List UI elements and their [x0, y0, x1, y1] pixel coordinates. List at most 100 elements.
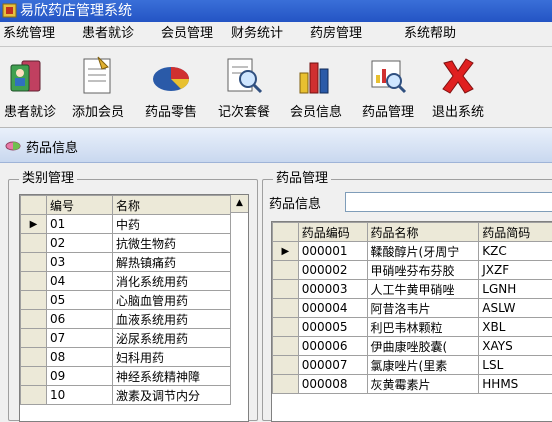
window-title: 易欣药店管理系统 — [20, 3, 132, 19]
drug-abbr-cell[interactable]: XAYS — [478, 336, 552, 356]
category-name-cell[interactable]: 神经系统精神障 — [112, 366, 231, 386]
drug-name-cell[interactable]: 灰黄霉素片 — [366, 374, 480, 394]
drug-code-cell[interactable]: 000004 — [297, 298, 368, 318]
drug-name-cell[interactable]: 阿昔洛韦片 — [366, 298, 480, 318]
category-code-cell[interactable]: 09 — [46, 366, 113, 386]
menu-pharmacy[interactable]: 药房管理 — [310, 26, 362, 42]
drug-code-cell[interactable]: 000007 — [297, 355, 368, 375]
category-name-cell[interactable]: 解热镇痛药 — [112, 252, 231, 272]
category-code-cell[interactable]: 06 — [46, 309, 113, 329]
drug-grid[interactable]: 药品编码 药品名称 药品简码 ▶ 000001 鞣酸醇片(牙周宁 KZC 000002 甲… — [271, 221, 552, 422]
drug-management-button[interactable]: 药品管理 — [354, 47, 422, 127]
drug-search-input[interactable] — [345, 192, 552, 212]
category-code-cell[interactable]: 03 — [46, 252, 113, 272]
drug-retail-button[interactable]: 药品零售 — [138, 47, 204, 127]
category-name-cell[interactable]: 抗微生物药 — [112, 233, 231, 253]
row-indicator — [272, 317, 299, 337]
category-name-cell[interactable]: 中药 — [112, 214, 231, 234]
row-indicator — [272, 279, 299, 299]
category-row[interactable]: 03 解热镇痛药 — [20, 252, 231, 272]
category-row[interactable]: 06 血液系统用药 — [20, 309, 231, 329]
drug-abbr-cell[interactable]: KZC — [478, 241, 552, 261]
drug-abbr-cell[interactable]: LSL — [478, 355, 552, 375]
category-name-cell[interactable]: 激素及调节内分 — [112, 385, 231, 405]
menu-member[interactable]: 会员管理 — [161, 26, 213, 42]
category-grid[interactable]: 编号 名称 ▶ 01 中药 02 抗微生物药 03 解热镇痛药 04 消化系统用药 05 心脑血管用… — [19, 194, 249, 422]
child-title-bar: 药品信息 — [0, 128, 552, 163]
category-code-cell[interactable]: 10 — [46, 385, 113, 405]
menu-patient[interactable]: 患者就诊 — [82, 26, 134, 42]
category-name-cell[interactable]: 泌尿系统用药 — [112, 328, 231, 348]
category-code-cell[interactable]: 01 — [46, 214, 113, 234]
category-row[interactable]: 05 心脑血管用药 — [20, 290, 231, 310]
patient-visit-label: 患者就诊 — [3, 105, 56, 120]
drug-abbr-cell[interactable]: HHMS — [478, 374, 552, 394]
category-code-cell[interactable]: 04 — [46, 271, 113, 291]
count-package-button[interactable]: 记次套餐 — [208, 47, 280, 127]
drug-code-cell[interactable]: 000001 — [297, 241, 368, 261]
category-header-code[interactable]: 编号 — [46, 195, 113, 215]
row-indicator — [20, 233, 47, 253]
patient-visit-button[interactable]: 患者就诊 — [0, 47, 60, 127]
drug-header-name[interactable]: 药品名称 — [366, 222, 480, 242]
drug-name-cell[interactable]: 甲硝唑芬布芬胶 — [366, 260, 480, 280]
drug-abbr-cell[interactable]: XBL — [478, 317, 552, 337]
drug-name-cell[interactable]: 人工牛黄甲硝唑 — [366, 279, 480, 299]
category-row[interactable]: 08 妇科用药 — [20, 347, 231, 367]
category-code-cell[interactable]: 05 — [46, 290, 113, 310]
drug-code-cell[interactable]: 000006 — [297, 336, 368, 356]
drug-row[interactable]: 000005 利巴韦林颗粒 XBL — [272, 317, 552, 337]
drug-retail-label: 药品零售 — [144, 105, 197, 120]
category-row[interactable]: 07 泌尿系统用药 — [20, 328, 231, 348]
drug-name-cell[interactable]: 利巴韦林颗粒 — [366, 317, 480, 337]
menu-help[interactable]: 系统帮助 — [404, 26, 456, 42]
category-header-row: 编号 名称 — [20, 195, 231, 215]
drug-name-cell[interactable]: 氯康唑片(里素 — [366, 355, 480, 375]
add-member-button[interactable]: 添加会员 — [62, 47, 134, 127]
category-row[interactable]: 10 激素及调节内分 — [20, 385, 231, 405]
drug-code-cell[interactable]: 000005 — [297, 317, 368, 337]
category-row[interactable]: 04 消化系统用药 — [20, 271, 231, 291]
drug-abbr-cell[interactable]: JXZF — [478, 260, 552, 280]
drug-code-cell[interactable]: 000008 — [297, 374, 368, 394]
category-row[interactable]: 09 神经系统精神障 — [20, 366, 231, 386]
drug-row[interactable]: 000002 甲硝唑芬布芬胶 JXZF — [272, 260, 552, 280]
drug-row[interactable]: 000008 灰黄霉素片 HHMS — [272, 374, 552, 394]
drug-group: 药品管理 药品信息 药品编码 药品名称 药品简码 ▶ 000001 鞣酸醇片(牙周宁… — [262, 171, 552, 422]
drug-name-cell[interactable]: 鞣酸醇片(牙周宁 — [366, 241, 480, 261]
drug-row[interactable]: 000003 人工牛黄甲硝唑 LGNH — [272, 279, 552, 299]
menu-system[interactable]: 系统管理 — [3, 26, 55, 42]
category-name-cell[interactable]: 心脑血管用药 — [112, 290, 231, 310]
member-info-button[interactable]: 会员信息 — [282, 47, 350, 127]
category-header-name[interactable]: 名称 — [112, 195, 231, 215]
category-group-label: 类别管理 — [19, 171, 78, 187]
row-indicator — [272, 355, 299, 375]
content-area: 类别管理 编号 名称 ▶ 01 中药 02 抗微生物药 03 解热镇痛药 04 消化系统用药 05… — [0, 163, 552, 422]
drug-header-code[interactable]: 药品编码 — [297, 222, 368, 242]
drug-abbr-cell[interactable]: LGNH — [478, 279, 552, 299]
category-scroll-up-arrow[interactable]: ▲ — [230, 195, 248, 213]
category-name-cell[interactable]: 妇科用药 — [112, 347, 231, 367]
category-code-cell[interactable]: 02 — [46, 233, 113, 253]
app-icon — [2, 3, 17, 18]
category-code-cell[interactable]: 08 — [46, 347, 113, 367]
category-name-cell[interactable]: 消化系统用药 — [112, 271, 231, 291]
drug-row[interactable]: 000006 伊曲康唑胶囊(XAYS — [272, 336, 552, 356]
category-code-cell[interactable]: 07 — [46, 328, 113, 348]
category-row[interactable]: 02 抗微生物药 — [20, 233, 231, 253]
drug-row[interactable]: 000004 阿昔洛韦片 ASLW — [272, 298, 552, 318]
drug-code-cell[interactable]: 000003 — [297, 279, 368, 299]
drug-name-cell[interactable]: 伊曲康唑胶囊( — [366, 336, 480, 356]
row-indicator — [20, 385, 47, 405]
drug-header-abbr[interactable]: 药品简码 — [478, 222, 552, 242]
drug-code-cell[interactable]: 000002 — [297, 260, 368, 280]
drug-row[interactable]: ▶ 000001 鞣酸醇片(牙周宁 KZC — [272, 241, 552, 261]
category-row[interactable]: ▶ 01 中药 — [20, 214, 231, 234]
exit-button[interactable]: 退出系统 — [424, 47, 492, 127]
drug-abbr-cell[interactable]: ASLW — [478, 298, 552, 318]
category-name-cell[interactable]: 血液系统用药 — [112, 309, 231, 329]
menu-finance[interactable]: 财务统计 — [231, 26, 283, 42]
pie-chart-icon — [153, 67, 190, 91]
row-indicator — [272, 336, 299, 356]
drug-row[interactable]: 000007 氯康唑片(里素 LSL — [272, 355, 552, 375]
